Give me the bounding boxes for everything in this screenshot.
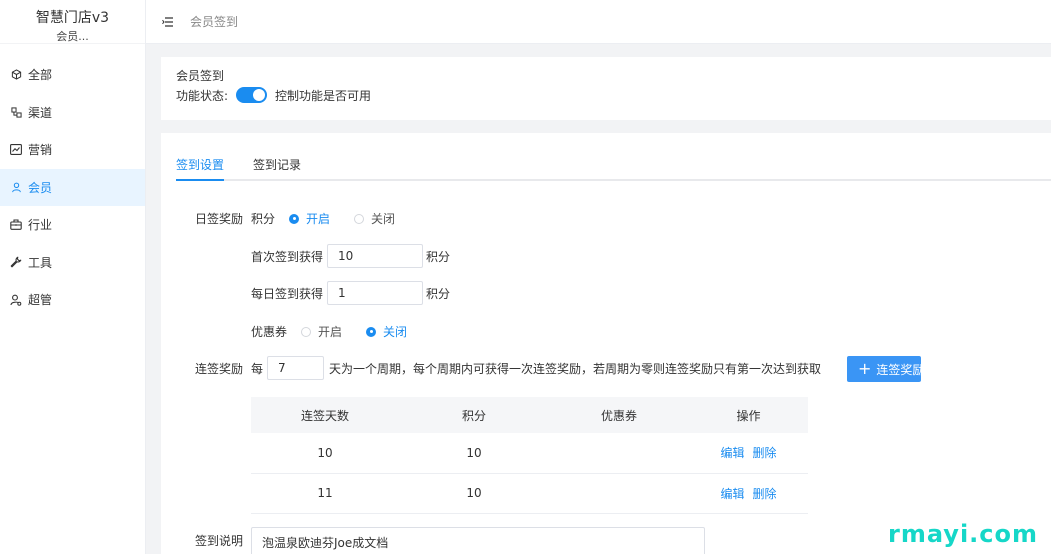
brand: 智慧门店v3 会员... xyxy=(0,0,145,44)
cell-points: 10 xyxy=(399,433,549,474)
sidebar-item-channel[interactable]: 渠道 xyxy=(0,94,145,132)
edit-link[interactable]: 编辑 xyxy=(720,446,744,460)
streak-description: 天为一个周期，每个周期内可获得一次连签奖励，若周期为零则连签奖励只有第一次达到获… xyxy=(329,362,822,376)
radio-dot xyxy=(301,326,311,337)
briefcase-icon xyxy=(10,219,22,231)
admin-icon xyxy=(10,294,22,306)
radio-label: 关闭 xyxy=(383,325,408,339)
radio-label: 关闭 xyxy=(371,212,396,226)
cell-actions: 编辑 删除 xyxy=(689,473,808,514)
daily-checkin-unit: 积分 xyxy=(426,287,451,301)
column-header: 积分 xyxy=(399,397,549,433)
delete-link[interactable]: 删除 xyxy=(753,446,777,460)
settings-card: 签到设置 签到记录 日签奖励 积分 开启 关闭 首次签到获得 积分 每日签到获得… xyxy=(161,133,1051,554)
sidebar-item-marketing[interactable]: 营销 xyxy=(0,131,145,169)
cell-days: 10 xyxy=(251,433,399,474)
channel-icon xyxy=(10,106,22,118)
sidebar-item-label: 全部 xyxy=(28,68,53,83)
wrench-icon xyxy=(10,256,22,268)
column-header: 优惠券 xyxy=(549,397,689,433)
sidebar-item-admin[interactable]: 超管 xyxy=(0,281,145,319)
status-hint: 控制功能是否可用 xyxy=(275,88,372,103)
sidebar-item-label: 渠道 xyxy=(28,105,53,120)
tab-bar: 签到设置 签到记录 xyxy=(176,156,1051,181)
tab-checkin-settings[interactable]: 签到设置 xyxy=(176,156,225,181)
first-checkin-unit: 积分 xyxy=(426,250,451,264)
plus-icon: + xyxy=(858,359,872,378)
cell-coupon xyxy=(549,473,689,514)
status-label: 功能状态: xyxy=(176,88,229,103)
sidebar-item-label: 超管 xyxy=(28,293,53,308)
user-icon xyxy=(10,181,22,193)
delete-link[interactable]: 删除 xyxy=(753,487,777,501)
sidebar-item-label: 营销 xyxy=(28,143,53,158)
cell-actions: 编辑 删除 xyxy=(689,433,808,474)
status-row: 功能状态: 控制功能是否可用 xyxy=(176,87,371,103)
coupon-label: 优惠券 xyxy=(251,325,288,339)
daily-reward-label: 日签奖励 xyxy=(195,212,244,226)
points-label: 积分 xyxy=(251,212,276,226)
sidebar-item-member[interactable]: 会员 xyxy=(0,168,145,206)
daily-checkin-input[interactable] xyxy=(327,281,423,305)
table-row: 11 10 编辑 删除 xyxy=(251,473,808,514)
table-header-row: 连签天数 积分 优惠券 操作 xyxy=(251,397,808,433)
add-button-label: 连签奖励 xyxy=(876,362,921,377)
daily-checkin-label: 每日签到获得 xyxy=(251,287,324,301)
cube-icon xyxy=(10,69,22,81)
streak-cycle-input[interactable] xyxy=(267,356,324,380)
first-checkin-input[interactable] xyxy=(327,244,423,268)
brand-title: 智慧门店v3 xyxy=(35,10,110,26)
status-card: 会员签到 功能状态: 控制功能是否可用 xyxy=(161,57,1051,120)
tab-checkin-records[interactable]: 签到记录 xyxy=(253,156,301,181)
sidebar-item-label: 行业 xyxy=(28,218,53,233)
table-row: 10 10 编辑 删除 xyxy=(251,433,808,474)
watermark: rmayi.com xyxy=(888,520,1039,548)
checkin-explain-label: 签到说明 xyxy=(195,534,244,548)
points-off-radio[interactable]: 关闭 xyxy=(354,210,395,227)
sidebar-item-label: 会员 xyxy=(28,180,53,195)
breadcrumb[interactable]: 会员签到 xyxy=(190,13,238,30)
checkin-explain-textarea[interactable]: 泡温泉欧迪芬Joe成文档 xyxy=(251,527,705,554)
coupon-on-radio[interactable]: 开启 xyxy=(301,323,342,340)
column-header: 操作 xyxy=(689,397,808,433)
first-checkin-label: 首次签到获得 xyxy=(251,250,324,264)
coupon-off-radio[interactable]: 关闭 xyxy=(366,323,407,340)
radio-label: 开启 xyxy=(318,325,343,339)
edit-link[interactable]: 编辑 xyxy=(720,487,744,501)
topbar: 会员签到 xyxy=(146,0,1051,44)
menu-fold-icon[interactable] xyxy=(161,15,175,29)
sidebar-item-label: 工具 xyxy=(28,255,53,270)
sidebar-item-tools[interactable]: 工具 xyxy=(0,244,145,282)
radio-dot xyxy=(289,213,299,224)
radio-dot xyxy=(366,326,376,337)
page-title: 会员签到 xyxy=(176,69,225,83)
radio-dot xyxy=(354,213,364,224)
sidebar-nav: 全部 渠道 营销 会员 行业 工具 超管 xyxy=(0,56,145,319)
column-header: 连签天数 xyxy=(251,397,399,433)
radio-label: 开启 xyxy=(306,212,331,226)
streak-reward-label: 连签奖励 xyxy=(195,362,244,376)
points-on-radio[interactable]: 开启 xyxy=(289,210,330,227)
streak-table: 连签天数 积分 优惠券 操作 10 10 编辑 删除 11 10 编辑 删除 xyxy=(251,397,808,514)
add-streak-reward-button[interactable]: + 连签奖励 xyxy=(847,356,921,382)
sidebar-item-all[interactable]: 全部 xyxy=(0,56,145,94)
cell-coupon xyxy=(549,433,689,474)
feature-toggle[interactable] xyxy=(236,87,268,103)
brand-subtitle[interactable]: 会员... xyxy=(0,30,145,44)
sidebar: 智慧门店v3 会员... 全部 渠道 营销 会员 行业 工具 超管 xyxy=(0,0,146,554)
cell-days: 11 xyxy=(251,473,399,514)
chart-line-icon xyxy=(10,144,22,156)
sidebar-item-industry[interactable]: 行业 xyxy=(0,206,145,244)
streak-prefix: 每 xyxy=(251,362,264,376)
cell-points: 10 xyxy=(399,473,549,514)
